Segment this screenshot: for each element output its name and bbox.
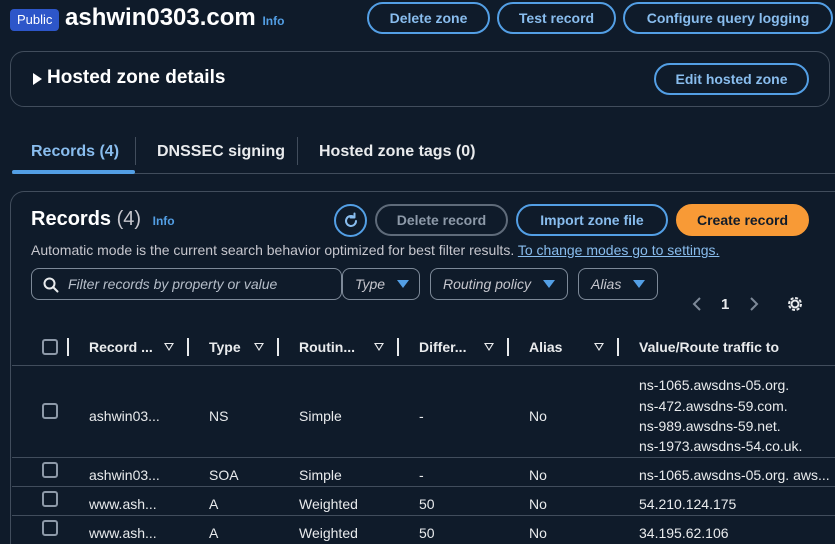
import-zone-file-button[interactable]: Import zone file xyxy=(516,204,668,236)
settings-link[interactable]: To change modes go to settings. xyxy=(518,242,720,258)
hosted-zone-details-toggle[interactable]: Hosted zone details xyxy=(47,67,225,89)
column-header-record-name[interactable]: Record ... xyxy=(89,339,153,355)
create-record-button[interactable]: Create record xyxy=(676,204,809,236)
row-divider xyxy=(12,457,835,458)
previous-page-icon[interactable] xyxy=(691,296,703,312)
zone-info-link[interactable]: Info xyxy=(262,14,284,28)
tab-hosted-zone-tags[interactable]: Hosted zone tags (0) xyxy=(319,143,475,161)
row-divider xyxy=(12,486,835,487)
value-line: ns-1065.awsdns-05.org. xyxy=(639,377,790,393)
tabs-baseline xyxy=(12,173,835,174)
test-record-button[interactable]: Test record xyxy=(497,2,616,34)
type-filter-dropdown[interactable]: Type xyxy=(342,268,420,300)
column-header-routing[interactable]: Routin... xyxy=(299,339,355,355)
sort-icon[interactable] xyxy=(594,343,604,351)
row-checkbox[interactable] xyxy=(42,403,58,419)
current-page-number[interactable]: 1 xyxy=(721,296,729,313)
refresh-icon xyxy=(344,212,357,227)
record-name-cell[interactable]: ashwin03... xyxy=(89,467,160,483)
alias-cell: No xyxy=(529,467,547,483)
routing-cell: Weighted xyxy=(299,496,358,512)
sort-icon[interactable] xyxy=(164,343,174,351)
tab-dnssec-signing[interactable]: DNSSEC signing xyxy=(157,143,285,161)
column-divider xyxy=(277,338,279,356)
alias-filter-label: Alias xyxy=(591,276,622,292)
type-cell: SOA xyxy=(209,467,239,483)
table-header-divider xyxy=(12,365,835,366)
tab-divider xyxy=(135,137,136,165)
configure-query-logging-button[interactable]: Configure query logging xyxy=(623,2,833,34)
column-header-value[interactable]: Value/Route traffic to xyxy=(639,339,779,355)
delete-zone-button[interactable]: Delete zone xyxy=(367,2,490,34)
column-divider xyxy=(507,338,509,356)
alias-filter-dropdown[interactable]: Alias xyxy=(578,268,658,300)
routing-cell: Simple xyxy=(299,408,342,424)
alias-cell: No xyxy=(529,496,547,512)
records-count: (4) xyxy=(116,208,142,230)
sort-icon[interactable] xyxy=(484,343,494,351)
caret-down-icon xyxy=(542,280,555,288)
column-header-differentiator[interactable]: Differ... xyxy=(419,339,466,355)
alias-cell: No xyxy=(529,408,547,424)
row-divider xyxy=(12,515,835,516)
help-text: Automatic mode is the current search beh… xyxy=(31,242,515,258)
value-line: ns-1065.awsdns-05.org. aws... xyxy=(639,467,830,483)
caret-down-icon xyxy=(633,280,646,288)
column-header-type[interactable]: Type xyxy=(209,339,241,355)
routing-filter-label: Routing policy xyxy=(443,276,531,292)
settings-gear-icon[interactable] xyxy=(786,295,804,313)
differentiator-cell: - xyxy=(419,408,424,424)
column-divider xyxy=(67,338,69,356)
value-line: 54.210.124.175 xyxy=(639,496,737,512)
row-checkbox[interactable] xyxy=(42,491,58,507)
type-filter-label: Type xyxy=(355,276,386,292)
tab-divider xyxy=(297,137,298,165)
caret-down-icon xyxy=(397,280,410,288)
page-title: ashwin0303.com Info xyxy=(65,4,284,32)
differentiator-cell: - xyxy=(419,467,424,483)
record-name-cell[interactable]: www.ash... xyxy=(89,525,157,541)
type-cell: A xyxy=(209,496,219,512)
records-heading: Records (4) Info xyxy=(31,208,175,231)
routing-cell: Simple xyxy=(299,467,342,483)
public-badge: Public xyxy=(10,9,60,31)
records-title: Records xyxy=(31,208,112,230)
type-cell: NS xyxy=(209,408,229,424)
column-divider xyxy=(397,338,399,356)
differentiator-cell: 50 xyxy=(419,525,435,541)
value-line: ns-1973.awsdns-54.co.uk. xyxy=(639,438,803,454)
column-header-alias[interactable]: Alias xyxy=(529,339,562,355)
search-mode-help: Automatic mode is the current search beh… xyxy=(31,242,719,258)
expand-caret-icon[interactable] xyxy=(33,73,42,85)
delete-record-button[interactable]: Delete record xyxy=(375,204,508,236)
value-line: ns-472.awsdns-59.com. xyxy=(639,398,788,414)
next-page-icon[interactable] xyxy=(748,296,760,312)
row-checkbox[interactable] xyxy=(42,462,58,478)
records-info-link[interactable]: Info xyxy=(153,214,175,228)
sort-icon[interactable] xyxy=(374,343,384,351)
column-divider xyxy=(617,338,619,356)
routing-policy-filter-dropdown[interactable]: Routing policy xyxy=(430,268,568,300)
select-all-checkbox[interactable] xyxy=(42,339,58,355)
refresh-button[interactable] xyxy=(334,204,367,237)
tab-records[interactable]: Records (4) xyxy=(31,143,119,161)
record-name-cell[interactable]: www.ash... xyxy=(89,496,157,512)
column-divider xyxy=(187,338,189,356)
differentiator-cell: 50 xyxy=(419,496,435,512)
row-checkbox[interactable] xyxy=(42,520,58,536)
value-line: ns-989.awsdns-59.net. xyxy=(639,418,781,434)
type-cell: A xyxy=(209,525,219,541)
record-name-cell[interactable]: ashwin03... xyxy=(89,408,160,424)
sort-icon[interactable] xyxy=(254,343,264,351)
value-line: 34.195.62.106 xyxy=(639,525,729,541)
search-icon xyxy=(43,277,59,293)
routing-cell: Weighted xyxy=(299,525,358,541)
search-placeholder: Filter records by property or value xyxy=(68,276,278,292)
alias-cell: No xyxy=(529,525,547,541)
zone-name: ashwin0303.com xyxy=(65,4,256,31)
edit-hosted-zone-button[interactable]: Edit hosted zone xyxy=(654,63,809,95)
active-tab-indicator xyxy=(12,170,135,174)
